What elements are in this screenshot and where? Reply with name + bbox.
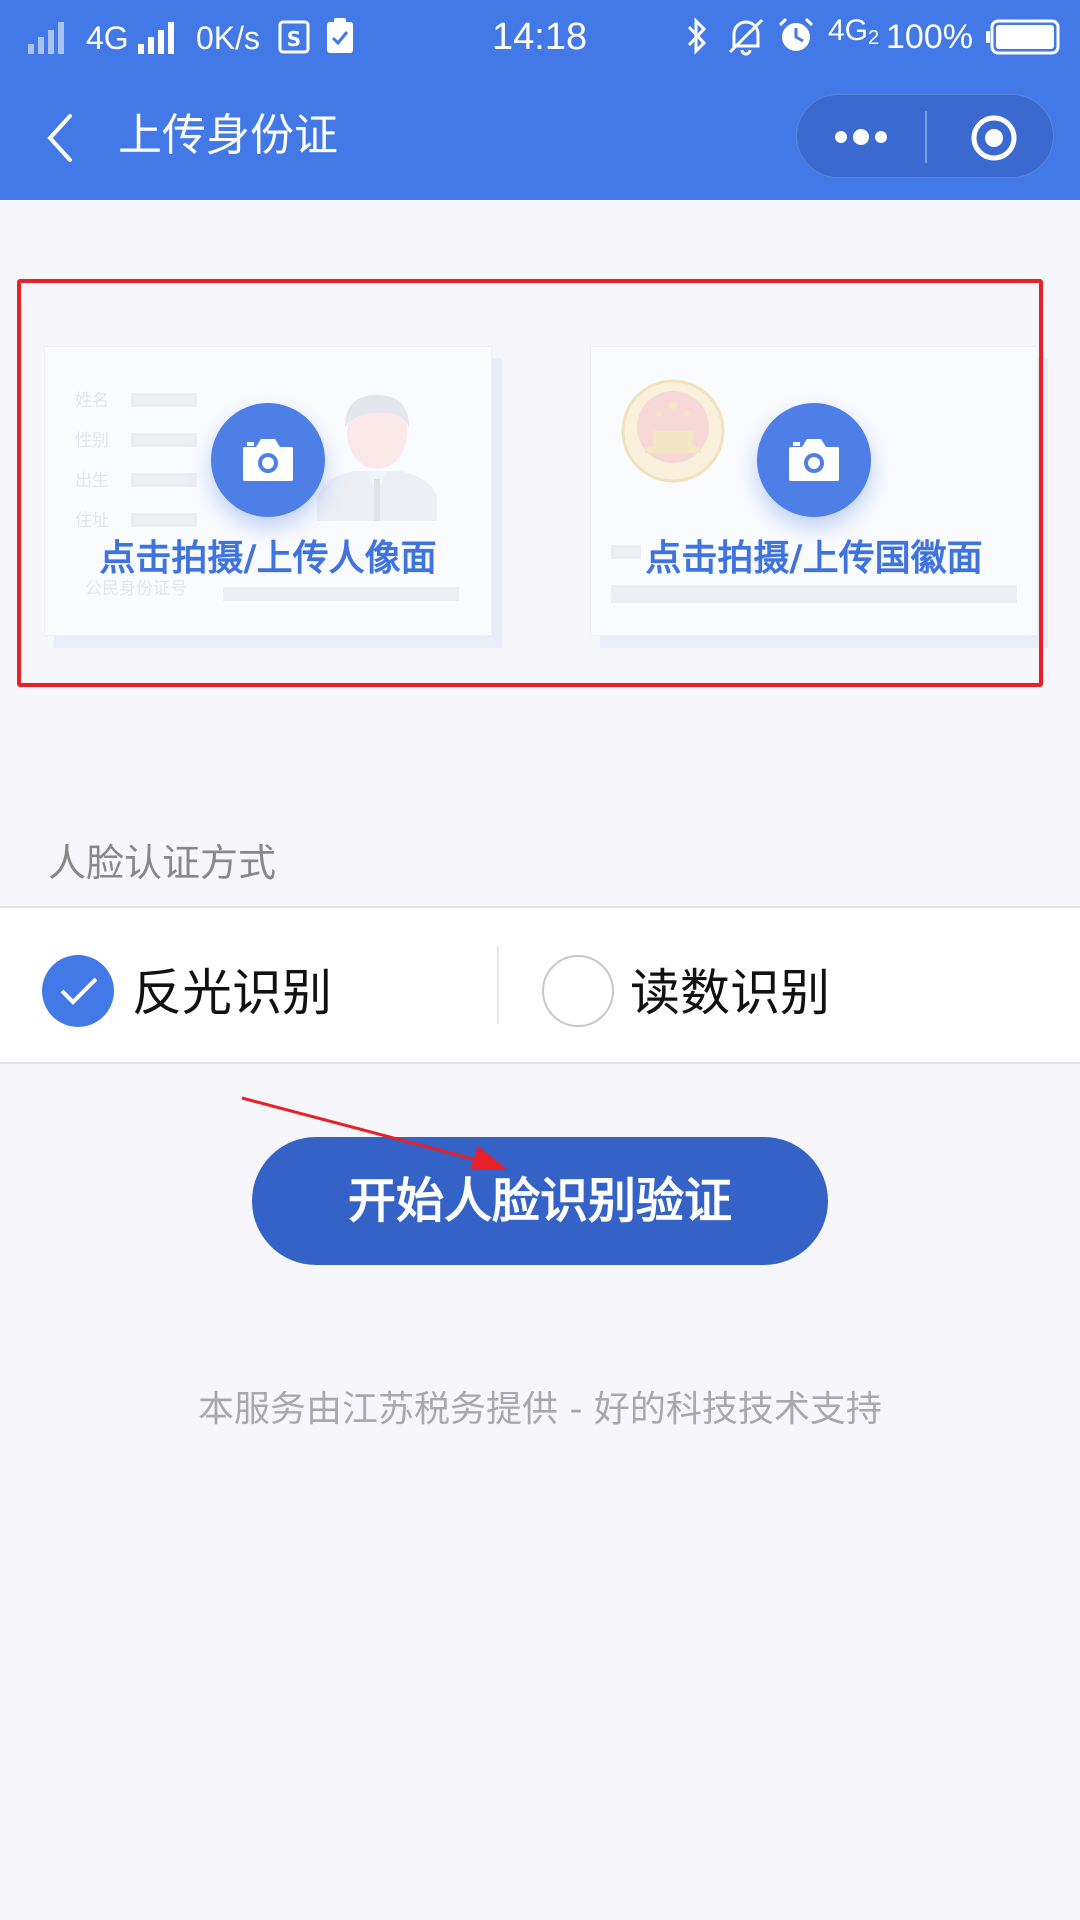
svg-text:S: S [287,27,301,51]
top-bar: 4G 0K/s S 14:18 4G 2 100% 上传身份证 [0,0,1080,200]
alarm-clock-icon [778,17,814,51]
signal-weak-icon [28,22,64,54]
clipboard-check-icon [327,18,353,53]
close-target-icon[interactable] [969,113,1019,163]
app-notification-icon: S [278,20,310,54]
battery-percent: 100% [886,18,973,56]
option-reading-label[interactable]: 读数识别 [630,962,830,1024]
mini-program-capsule [796,94,1054,178]
status-time: 14:18 [492,16,588,58]
annotation-highlight-box [17,279,1043,687]
option-reflection-label[interactable]: 反光识别 [132,962,332,1024]
capsule-divider [925,111,927,163]
battery-icon [986,19,1060,55]
signal-strong-icon [138,22,174,54]
sim-index: 2 [868,27,880,49]
page-title: 上传身份证 [118,110,338,161]
option-reflection-radio[interactable] [42,955,114,1027]
bluetooth-icon [687,17,707,55]
checkmark-icon [60,977,98,1005]
back-arrow-icon[interactable] [40,112,80,164]
more-dots-icon[interactable] [833,123,889,151]
face-auth-options: 反光识别 读数识别 [0,906,1080,1064]
mute-bell-icon [728,18,764,56]
network-speed: 0K/s [196,20,261,56]
face-auth-section-label: 人脸认证方式 [48,841,277,885]
option-divider [497,946,499,1024]
option-reading-radio[interactable] [542,955,614,1027]
start-face-verification-button[interactable]: 开始人脸识别验证 [252,1137,828,1265]
footer-service-note: 本服务由江苏税务提供 - 好的科技技术支持 [198,1389,882,1430]
network-type: 4G [86,20,129,56]
network-type-2: 4G [828,14,869,47]
